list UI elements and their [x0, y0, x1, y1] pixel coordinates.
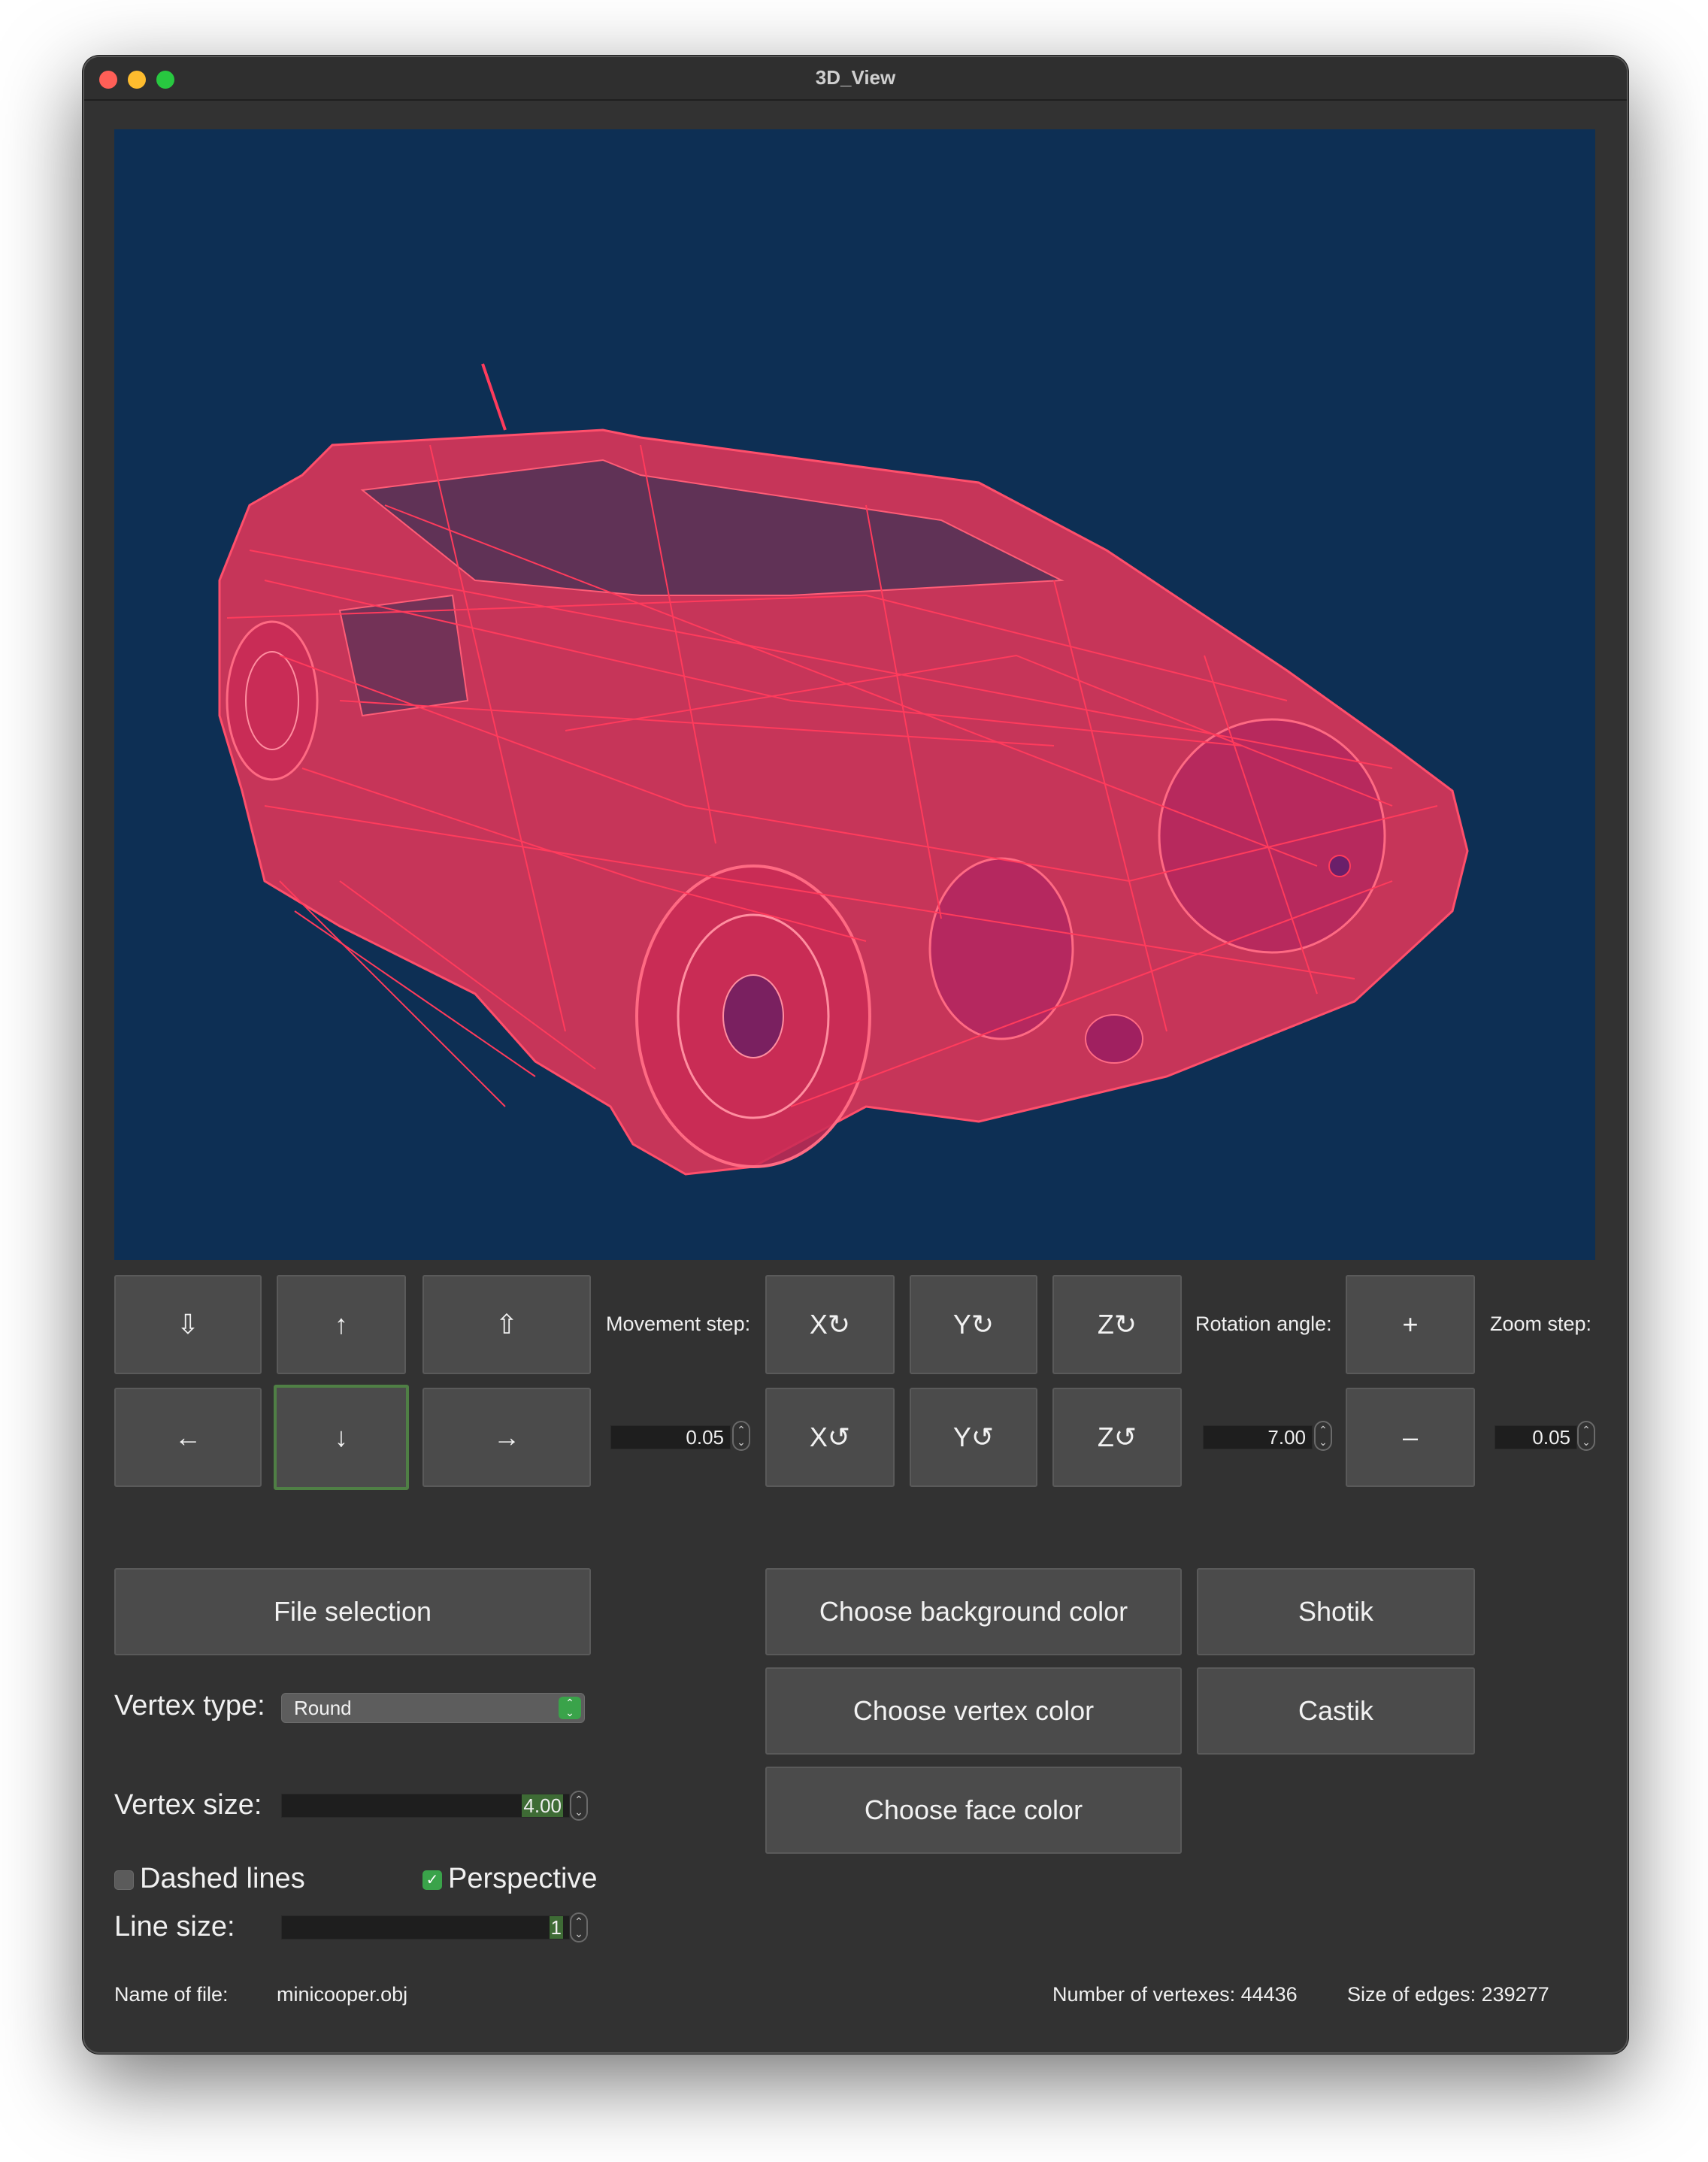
- zoom-out-button[interactable]: –: [1346, 1388, 1475, 1487]
- vertex-type-value: Round: [294, 1697, 352, 1719]
- rotate-z-cw-button[interactable]: Z↻: [1052, 1275, 1182, 1374]
- rotate-z-ccw-button[interactable]: Z↺: [1052, 1388, 1182, 1487]
- minus-icon: –: [1402, 1422, 1419, 1452]
- rotation-angle-stepper[interactable]: ⌃ ⌄: [1314, 1421, 1332, 1451]
- vertex-size-field[interactable]: 4.00: [281, 1794, 570, 1818]
- rotate-x-cw-button[interactable]: X↻: [765, 1275, 895, 1374]
- move-right-button[interactable]: →: [422, 1388, 591, 1487]
- rotate-z-cw-label: Z↻: [1097, 1309, 1137, 1340]
- rotate-x-ccw-button[interactable]: X↺: [765, 1388, 895, 1487]
- move-down-button[interactable]: ↓: [274, 1385, 409, 1490]
- arrow-left-icon: ←: [174, 1422, 201, 1452]
- vertex-size-value: 4.00: [522, 1794, 563, 1817]
- file-selection-button[interactable]: File selection: [114, 1568, 591, 1655]
- edge-count: Size of edges: 239277: [1347, 1983, 1549, 2006]
- move-left-button[interactable]: ←: [114, 1388, 262, 1487]
- rotate-y-ccw-button[interactable]: Y↺: [910, 1388, 1037, 1487]
- rotation-angle-label: Rotation angle:: [1195, 1313, 1332, 1335]
- 3d-viewport[interactable]: [114, 129, 1595, 1260]
- movement-step-field[interactable]: 0.05: [610, 1425, 731, 1449]
- move-out-button[interactable]: ⇧: [422, 1275, 591, 1374]
- perspective-label: Perspective: [448, 1863, 598, 1894]
- zoom-step-label: Zoom step:: [1490, 1313, 1592, 1335]
- checkmark-icon: ✓: [425, 1872, 439, 1888]
- vertex-size-label: Vertex size:: [114, 1789, 262, 1821]
- choose-face-color-button[interactable]: Choose face color: [765, 1767, 1182, 1854]
- choose-background-color-button[interactable]: Choose background color: [765, 1568, 1182, 1655]
- movement-step-stepper[interactable]: ⌃ ⌄: [732, 1421, 750, 1451]
- perspective-checkbox[interactable]: ✓: [422, 1870, 442, 1890]
- chevron-updown-icon: ⌃ ⌄: [559, 1697, 581, 1719]
- rotate-x-cw-label: X↻: [809, 1309, 851, 1340]
- car-wireframe-render: [218, 363, 1469, 1176]
- arrow-right-icon: →: [493, 1422, 520, 1452]
- castik-label: Castik: [1298, 1695, 1374, 1726]
- move-up-button[interactable]: ↑: [277, 1275, 406, 1374]
- movement-step-label: Movement step:: [606, 1313, 751, 1335]
- rotate-y-cw-button[interactable]: Y↻: [910, 1275, 1037, 1374]
- arrow-down-icon: ↓: [335, 1422, 348, 1452]
- move-in-icon: ⇩: [176, 1309, 200, 1340]
- vertex-type-select[interactable]: Round ⌃ ⌄: [281, 1693, 585, 1723]
- rotate-x-ccw-label: X↺: [809, 1422, 851, 1452]
- choose-vertex-color-button[interactable]: Choose vertex color: [765, 1667, 1182, 1755]
- line-size-value: 1: [549, 1916, 563, 1939]
- file-name-value: minicooper.obj: [277, 1983, 408, 2006]
- file-selection-label: File selection: [273, 1596, 432, 1627]
- move-in-button[interactable]: ⇩: [114, 1275, 262, 1374]
- vertex-type-label: Vertex type:: [114, 1690, 265, 1721]
- zoom-step-field[interactable]: 0.05: [1494, 1425, 1577, 1449]
- choose-background-color-label: Choose background color: [819, 1596, 1128, 1627]
- line-size-label: Line size:: [114, 1911, 235, 1942]
- line-size-stepper[interactable]: ⌃ ⌄: [570, 1912, 588, 1942]
- dashed-lines-label: Dashed lines: [140, 1863, 305, 1894]
- dashed-lines-checkbox[interactable]: [114, 1870, 134, 1890]
- castik-button[interactable]: Castik: [1197, 1667, 1475, 1755]
- window-title: 3D_View: [815, 66, 896, 89]
- choose-vertex-color-label: Choose vertex color: [852, 1695, 1095, 1726]
- arrow-up-icon: ↑: [335, 1309, 348, 1340]
- app-window: 3D_View ⇩ ↑ ⇧ ← ↓ → Movement step: 0.05 …: [83, 56, 1628, 2054]
- rotate-y-ccw-label: Y↺: [952, 1422, 995, 1452]
- rotation-angle-field[interactable]: 7.00: [1203, 1425, 1313, 1449]
- file-name-label: Name of file:: [114, 1983, 229, 2006]
- vertex-size-stepper[interactable]: ⌃ ⌄: [570, 1791, 588, 1821]
- title-bar[interactable]: 3D_View: [84, 57, 1627, 101]
- rotate-y-cw-label: Y↻: [952, 1309, 995, 1340]
- line-size-field[interactable]: 1: [281, 1915, 570, 1939]
- shotik-label: Shotik: [1298, 1596, 1374, 1627]
- choose-face-color-label: Choose face color: [864, 1794, 1083, 1825]
- shotik-button[interactable]: Shotik: [1197, 1568, 1475, 1655]
- rotate-z-ccw-label: Z↺: [1097, 1422, 1137, 1452]
- zoom-in-button[interactable]: +: [1346, 1275, 1475, 1374]
- plus-icon: +: [1402, 1309, 1419, 1340]
- vertex-count: Number of vertexes: 44436: [1052, 1983, 1298, 2006]
- move-out-icon: ⇧: [495, 1309, 519, 1340]
- zoom-step-stepper[interactable]: ⌃ ⌄: [1577, 1421, 1595, 1451]
